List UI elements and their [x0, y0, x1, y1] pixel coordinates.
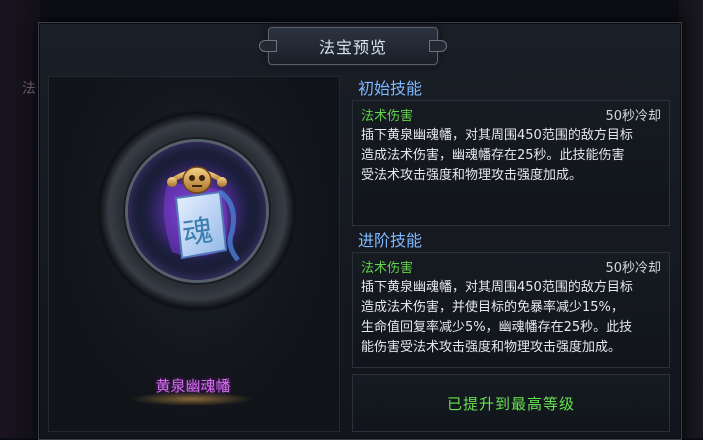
initial-skill-description: 插下黄泉幽魂幡，对其周围450范围的敌方目标 造成法术伤害，幽魂幡存在25秒。此… — [353, 124, 669, 186]
initial-skill-meta: 法术伤害 50秒冷却 — [353, 101, 669, 124]
initial-skill-box: 法术伤害 50秒冷却 插下黄泉幽魂幡，对其周围450范围的敌方目标 造成法术伤害… — [352, 100, 670, 226]
max-level-status: 已提升到最高等级 — [446, 394, 575, 413]
title-bar: 法宝预览 — [259, 27, 447, 65]
max-level-box: 已提升到最高等级 — [352, 374, 670, 432]
advanced-skill-line: 插下黄泉幽魂幡，对其周围450范围的敌方目标 — [361, 280, 633, 295]
advanced-skill-cooldown: 50秒冷却 — [605, 261, 661, 276]
window-title: 法宝预览 — [318, 38, 387, 57]
item-name-glow — [130, 392, 254, 406]
advanced-skill-line: 造成法术伤害，并使目标的免暴率减少15%， — [361, 300, 624, 315]
advanced-skill-header: 进阶技能 — [358, 231, 423, 250]
advanced-skill-box: 法术伤害 50秒冷却 插下黄泉幽魂幡，对其周围450范围的敌方目标 造成法术伤害… — [352, 252, 670, 368]
item-icon-frame: 魂 — [128, 142, 266, 280]
advanced-skill-description: 插下黄泉幽魂幡，对其周围450范围的敌方目标 造成法术伤害，并使目标的免暴率减少… — [353, 276, 669, 358]
initial-skill-line: 受法术攻击强度和物理攻击强度加成。 — [361, 168, 583, 183]
backdrop-left — [0, 0, 40, 438]
backdrop-right — [679, 0, 703, 438]
initial-skill-type: 法术伤害 — [361, 109, 414, 124]
initial-skill-header: 初始技能 — [358, 79, 423, 98]
advanced-skill-line: 生命值回复率减少5%，幽魂幡存在25秒。此技 — [361, 320, 633, 335]
advanced-skill-line: 能伤害受法术攻击强度和物理攻击强度加成。 — [361, 340, 622, 355]
initial-skill-line: 插下黄泉幽魂幡，对其周围450范围的敌方目标 — [361, 128, 633, 143]
initial-skill-cooldown: 50秒冷却 — [605, 109, 661, 124]
soul-banner-icon: 魂 — [131, 145, 263, 277]
advanced-skill-meta: 法术伤害 50秒冷却 — [353, 253, 669, 276]
advanced-skill-type: 法术伤害 — [361, 261, 414, 276]
background-side-glyph: 法 — [22, 81, 36, 97]
soul-banner-glyph: 魂 — [181, 213, 216, 252]
initial-skill-line: 造成法术伤害，幽魂幡存在25秒。此技能伤害 — [361, 148, 625, 163]
